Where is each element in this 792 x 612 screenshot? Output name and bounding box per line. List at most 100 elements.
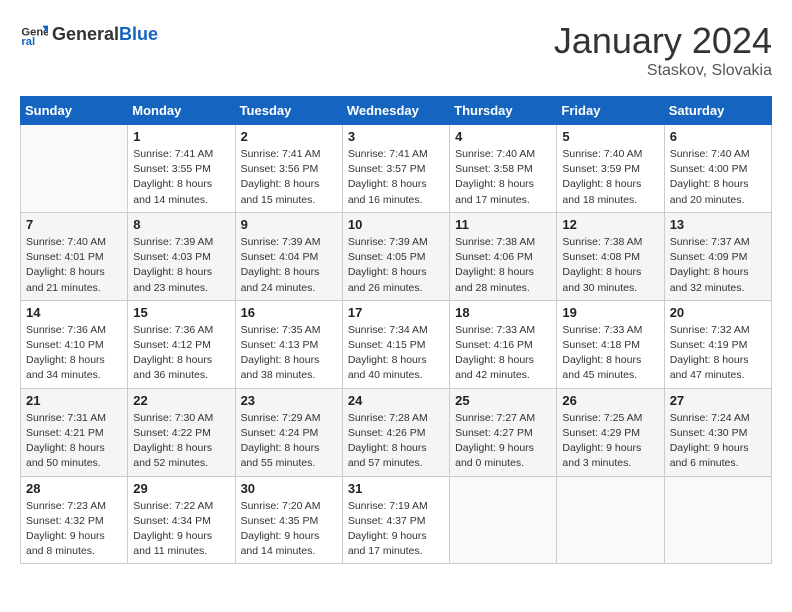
calendar-cell: 31 Sunrise: 7:19 AM Sunset: 4:37 PM Dayli… [342,476,449,564]
day-number: 14 [26,305,122,320]
day-number: 19 [562,305,658,320]
calendar-cell: 7 Sunrise: 7:40 AM Sunset: 4:01 PM Daylig… [21,212,128,300]
day-number: 25 [455,393,551,408]
calendar-cell: 15 Sunrise: 7:36 AM Sunset: 4:12 PM Dayli… [128,300,235,388]
day-number: 7 [26,217,122,232]
day-info: Sunrise: 7:30 AM Sunset: 4:22 PM Dayligh… [133,411,229,472]
calendar-subtitle: Staskov, Slovakia [554,62,772,80]
day-info: Sunrise: 7:40 AM Sunset: 4:01 PM Dayligh… [26,235,122,296]
day-info: Sunrise: 7:20 AM Sunset: 4:35 PM Dayligh… [241,499,337,560]
page-header: Gene ral GeneralBlue January 2024 Stasko… [20,20,772,80]
day-info: Sunrise: 7:36 AM Sunset: 4:10 PM Dayligh… [26,323,122,384]
day-number: 18 [455,305,551,320]
day-number: 15 [133,305,229,320]
svg-text:ral: ral [21,36,35,48]
calendar-cell: 27 Sunrise: 7:24 AM Sunset: 4:30 PM Dayli… [664,388,771,476]
day-number: 29 [133,481,229,496]
calendar-cell: 6 Sunrise: 7:40 AM Sunset: 4:00 PM Daylig… [664,125,771,213]
day-info: Sunrise: 7:19 AM Sunset: 4:37 PM Dayligh… [348,499,444,560]
day-number: 28 [26,481,122,496]
calendar-cell: 23 Sunrise: 7:29 AM Sunset: 4:24 PM Dayli… [235,388,342,476]
calendar-cell: 16 Sunrise: 7:35 AM Sunset: 4:13 PM Dayli… [235,300,342,388]
day-number: 30 [241,481,337,496]
day-info: Sunrise: 7:31 AM Sunset: 4:21 PM Dayligh… [26,411,122,472]
calendar-cell: 12Sunrise: 7:38 AM Sunset: 4:08 PM Dayli… [557,212,664,300]
calendar-cell: 13Sunrise: 7:37 AM Sunset: 4:09 PM Dayli… [664,212,771,300]
calendar-cell: 26 Sunrise: 7:25 AM Sunset: 4:29 PM Dayli… [557,388,664,476]
week-row-4: 21 Sunrise: 7:31 AM Sunset: 4:21 PM Dayli… [21,388,772,476]
day-number: 6 [670,129,766,144]
day-number: 27 [670,393,766,408]
day-number: 1 [133,129,229,144]
day-number: 20 [670,305,766,320]
day-number: 13 [670,217,766,232]
calendar-cell: 20 Sunrise: 7:32 AM Sunset: 4:19 PM Dayli… [664,300,771,388]
day-number: 26 [562,393,658,408]
day-info: Sunrise: 7:29 AM Sunset: 4:24 PM Dayligh… [241,411,337,472]
calendar-cell: 28 Sunrise: 7:23 AM Sunset: 4:32 PM Dayli… [21,476,128,564]
calendar-cell: 30 Sunrise: 7:20 AM Sunset: 4:35 PM Dayli… [235,476,342,564]
calendar-cell: 17 Sunrise: 7:34 AM Sunset: 4:15 PM Dayli… [342,300,449,388]
day-number: 8 [133,217,229,232]
day-info: Sunrise: 7:36 AM Sunset: 4:12 PM Dayligh… [133,323,229,384]
day-number: 4 [455,129,551,144]
week-row-2: 7 Sunrise: 7:40 AM Sunset: 4:01 PM Daylig… [21,212,772,300]
col-header-monday: Monday [128,97,235,125]
day-info: Sunrise: 7:40 AM Sunset: 4:00 PM Dayligh… [670,147,766,208]
calendar-cell [450,476,557,564]
day-number: 9 [241,217,337,232]
week-row-1: 1 Sunrise: 7:41 AM Sunset: 3:55 PM Daylig… [21,125,772,213]
calendar-cell [664,476,771,564]
day-number: 23 [241,393,337,408]
calendar-cell: 1 Sunrise: 7:41 AM Sunset: 3:55 PM Daylig… [128,125,235,213]
logo-blue: Blue [119,24,158,45]
column-header-row: SundayMondayTuesdayWednesdayThursdayFrid… [21,97,772,125]
calendar-cell: 3Sunrise: 7:41 AM Sunset: 3:57 PM Daylig… [342,125,449,213]
day-info: Sunrise: 7:34 AM Sunset: 4:15 PM Dayligh… [348,323,444,384]
day-info: Sunrise: 7:41 AM Sunset: 3:55 PM Dayligh… [133,147,229,208]
day-info: Sunrise: 7:38 AM Sunset: 4:06 PM Dayligh… [455,235,551,296]
day-number: 22 [133,393,229,408]
day-info: Sunrise: 7:28 AM Sunset: 4:26 PM Dayligh… [348,411,444,472]
col-header-wednesday: Wednesday [342,97,449,125]
logo-general: General [52,24,119,45]
day-info: Sunrise: 7:35 AM Sunset: 4:13 PM Dayligh… [241,323,337,384]
day-info: Sunrise: 7:23 AM Sunset: 4:32 PM Dayligh… [26,499,122,560]
day-info: Sunrise: 7:40 AM Sunset: 3:59 PM Dayligh… [562,147,658,208]
day-info: Sunrise: 7:32 AM Sunset: 4:19 PM Dayligh… [670,323,766,384]
day-info: Sunrise: 7:24 AM Sunset: 4:30 PM Dayligh… [670,411,766,472]
day-info: Sunrise: 7:27 AM Sunset: 4:27 PM Dayligh… [455,411,551,472]
logo: Gene ral GeneralBlue [20,20,158,48]
col-header-sunday: Sunday [21,97,128,125]
day-number: 16 [241,305,337,320]
calendar-cell: 22 Sunrise: 7:30 AM Sunset: 4:22 PM Dayli… [128,388,235,476]
day-info: Sunrise: 7:39 AM Sunset: 4:03 PM Dayligh… [133,235,229,296]
day-number: 5 [562,129,658,144]
calendar-cell: 10 Sunrise: 7:39 AM Sunset: 4:05 PM Dayli… [342,212,449,300]
day-number: 10 [348,217,444,232]
calendar-cell: 2Sunrise: 7:41 AM Sunset: 3:56 PM Daylig… [235,125,342,213]
calendar-cell [557,476,664,564]
logo-icon: Gene ral [20,20,48,48]
day-info: Sunrise: 7:25 AM Sunset: 4:29 PM Dayligh… [562,411,658,472]
day-info: Sunrise: 7:33 AM Sunset: 4:18 PM Dayligh… [562,323,658,384]
calendar-cell: 25 Sunrise: 7:27 AM Sunset: 4:27 PM Dayli… [450,388,557,476]
day-number: 21 [26,393,122,408]
day-info: Sunrise: 7:39 AM Sunset: 4:05 PM Dayligh… [348,235,444,296]
day-number: 17 [348,305,444,320]
calendar-cell: 29Sunrise: 7:22 AM Sunset: 4:34 PM Dayli… [128,476,235,564]
calendar-cell: 8 Sunrise: 7:39 AM Sunset: 4:03 PM Daylig… [128,212,235,300]
day-number: 2 [241,129,337,144]
calendar-cell [21,125,128,213]
day-number: 31 [348,481,444,496]
col-header-tuesday: Tuesday [235,97,342,125]
day-info: Sunrise: 7:41 AM Sunset: 3:57 PM Dayligh… [348,147,444,208]
day-number: 11 [455,217,551,232]
calendar-cell: 5 Sunrise: 7:40 AM Sunset: 3:59 PM Daylig… [557,125,664,213]
calendar-cell: 9Sunrise: 7:39 AM Sunset: 4:04 PM Daylig… [235,212,342,300]
calendar-cell: 21 Sunrise: 7:31 AM Sunset: 4:21 PM Dayli… [21,388,128,476]
calendar-cell: 24 Sunrise: 7:28 AM Sunset: 4:26 PM Dayli… [342,388,449,476]
col-header-saturday: Saturday [664,97,771,125]
day-number: 24 [348,393,444,408]
week-row-5: 28 Sunrise: 7:23 AM Sunset: 4:32 PM Dayli… [21,476,772,564]
